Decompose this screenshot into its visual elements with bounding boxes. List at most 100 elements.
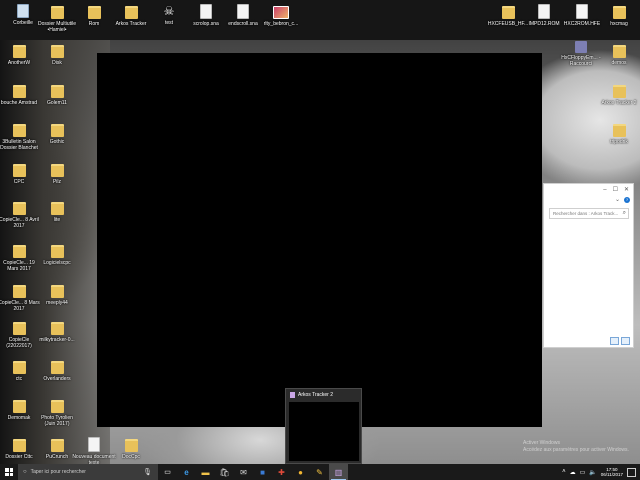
app-blue-icon: ■ (260, 467, 265, 477)
folder-icon (12, 285, 26, 298)
app-red-icon: ✚ (278, 467, 285, 477)
store-icon: 🛍 (219, 467, 230, 477)
folder-icon (12, 439, 26, 452)
task-view-icon: ▭ (164, 469, 171, 476)
view-toggle (610, 337, 630, 345)
image-icon (273, 6, 289, 19)
file-explorer-window[interactable]: – ☐ ✕ ⌄ ? Rechercher dans : Arkos Track.… (543, 183, 634, 348)
desktop-icon[interactable]: lite (35, 200, 79, 223)
desktop-icon[interactable]: Disk (35, 43, 79, 66)
system-tray: ˄ ☁ ▭ 🔈 17:50 06/11/2017 (562, 467, 640, 478)
desktop-icon[interactable]: Overlanders (35, 359, 79, 382)
folder-icon (50, 124, 64, 137)
wallpaper-shadow (0, 0, 110, 464)
details-view-icon[interactable] (610, 337, 619, 345)
chrome-icon: ● (298, 467, 303, 477)
desktop-icon[interactable]: DocCpc (109, 437, 153, 460)
minimize-button[interactable]: – (603, 187, 606, 193)
recycle-bin-icon (17, 4, 29, 18)
large-icons-view-icon[interactable] (621, 337, 630, 345)
desktop-icon[interactable]: demos (597, 43, 640, 66)
chevron-down-icon[interactable]: ⌄ (615, 196, 620, 203)
folder-icon (50, 439, 64, 452)
desktop-icon[interactable]: Golem11 (35, 83, 79, 106)
action-center-icon[interactable] (627, 467, 636, 477)
network-icon[interactable]: ▭ (580, 469, 586, 476)
taskbar-app-red[interactable]: ✚ (272, 464, 291, 480)
folder-icon (50, 400, 64, 413)
help-icon[interactable]: ? (624, 196, 630, 203)
taskbar-edge[interactable]: e (177, 464, 196, 480)
folder-icon (50, 285, 64, 298)
taskbar-thumbnail-preview[interactable]: Arkos Tracker 2 (285, 388, 362, 464)
arkos-tracker-icon (290, 391, 295, 398)
desktop-icon[interactable]: Arkos Tracker 2 (597, 83, 640, 106)
folder-icon (612, 45, 626, 58)
windows-logo-icon (5, 468, 13, 476)
folder-icon (50, 6, 64, 19)
search-icon[interactable]: ⌕ (623, 209, 626, 218)
folder-icon (612, 124, 626, 137)
folder-icon (50, 245, 64, 258)
microphone-icon[interactable]: 🎙 (143, 468, 152, 476)
start-button[interactable] (0, 464, 18, 480)
folder-icon (124, 439, 138, 452)
chevron-up-icon[interactable]: ˄ (562, 469, 566, 475)
folder-icon (50, 85, 64, 98)
folder-icon (12, 85, 26, 98)
skull-icon: ☠ (163, 4, 175, 18)
desktop-icon[interactable]: Pilz (35, 162, 79, 185)
desktop-icon[interactable]: Gothic (35, 122, 79, 145)
file-explorer-icon: ▬ (201, 467, 210, 477)
folder-icon (87, 6, 101, 19)
search-icon: ○ (23, 469, 27, 475)
desktop-icon[interactable]: Logicielscpc (35, 243, 79, 266)
app-yellow-icon: ✎ (316, 467, 323, 477)
folder-icon (12, 202, 26, 215)
folder-icon (612, 85, 626, 98)
desktop-icon[interactable]: tripodrik (597, 122, 640, 145)
taskbar-search-box[interactable]: ○ Taper ici pour rechercher 🎙 (18, 464, 158, 480)
taskbar-chrome[interactable]: ● (291, 464, 310, 480)
arkos-tracker-icon: ▥ (334, 467, 343, 477)
task-view-button[interactable]: ▭ (158, 464, 177, 480)
maximize-button[interactable]: ☐ (613, 186, 618, 193)
desktop-icon[interactable]: rlty_bebron_c... (259, 4, 303, 27)
folder-icon (50, 361, 64, 374)
taskbar-store[interactable]: 🛍 (215, 464, 234, 480)
folder-icon (12, 322, 26, 335)
taskbar-app-blue[interactable]: ■ (253, 464, 272, 480)
explorer-ribbon-row: ⌄ ? (544, 195, 633, 204)
document-icon (237, 4, 249, 19)
clock[interactable]: 17:50 06/11/2017 (601, 467, 623, 478)
close-button[interactable]: ✕ (624, 186, 629, 193)
folder-icon (50, 45, 64, 58)
taskbar-app-yellow[interactable]: ✎ (310, 464, 329, 480)
taskbar-mail[interactable]: ✉ (234, 464, 253, 480)
explorer-titlebar[interactable]: – ☐ ✕ (544, 184, 633, 195)
arkos-tracker-window[interactable] (97, 53, 542, 427)
folder-icon (50, 322, 64, 335)
preview-title: Arkos Tracker 2 (286, 389, 361, 401)
document-icon (538, 4, 550, 19)
taskbar: ○ Taper ici pour rechercher 🎙 ▭ e ▬ 🛍 ✉ … (0, 464, 640, 480)
folder-icon (12, 361, 26, 374)
taskbar-file-explorer[interactable]: ▬ (196, 464, 215, 480)
desktop-icon[interactable]: milkytracker-0... (35, 320, 79, 343)
desktop-icon[interactable]: meeply44 (35, 283, 79, 306)
taskbar-arkos-tracker[interactable]: ▥ (329, 464, 348, 480)
volume-icon[interactable]: 🔈 (589, 469, 596, 476)
preview-thumbnail[interactable] (289, 402, 359, 461)
taskbar-search-placeholder: Taper ici pour rechercher (30, 469, 86, 475)
desktop-icon[interactable]: Photo Tyrolien (Juin 2017) (35, 398, 79, 427)
folder-icon (12, 245, 26, 258)
cloud-icon[interactable]: ☁ (570, 469, 576, 476)
mail-icon: ✉ (240, 467, 247, 477)
clock-date: 06/11/2017 (600, 472, 623, 477)
desktop-icon[interactable]: hxcmag (597, 4, 640, 27)
folder-icon (50, 164, 64, 177)
search-input[interactable]: Rechercher dans : Arkos Track... ⌕ (549, 208, 629, 219)
folder-icon (12, 45, 26, 58)
folder-icon (12, 164, 26, 177)
edge-icon: e (184, 467, 189, 477)
